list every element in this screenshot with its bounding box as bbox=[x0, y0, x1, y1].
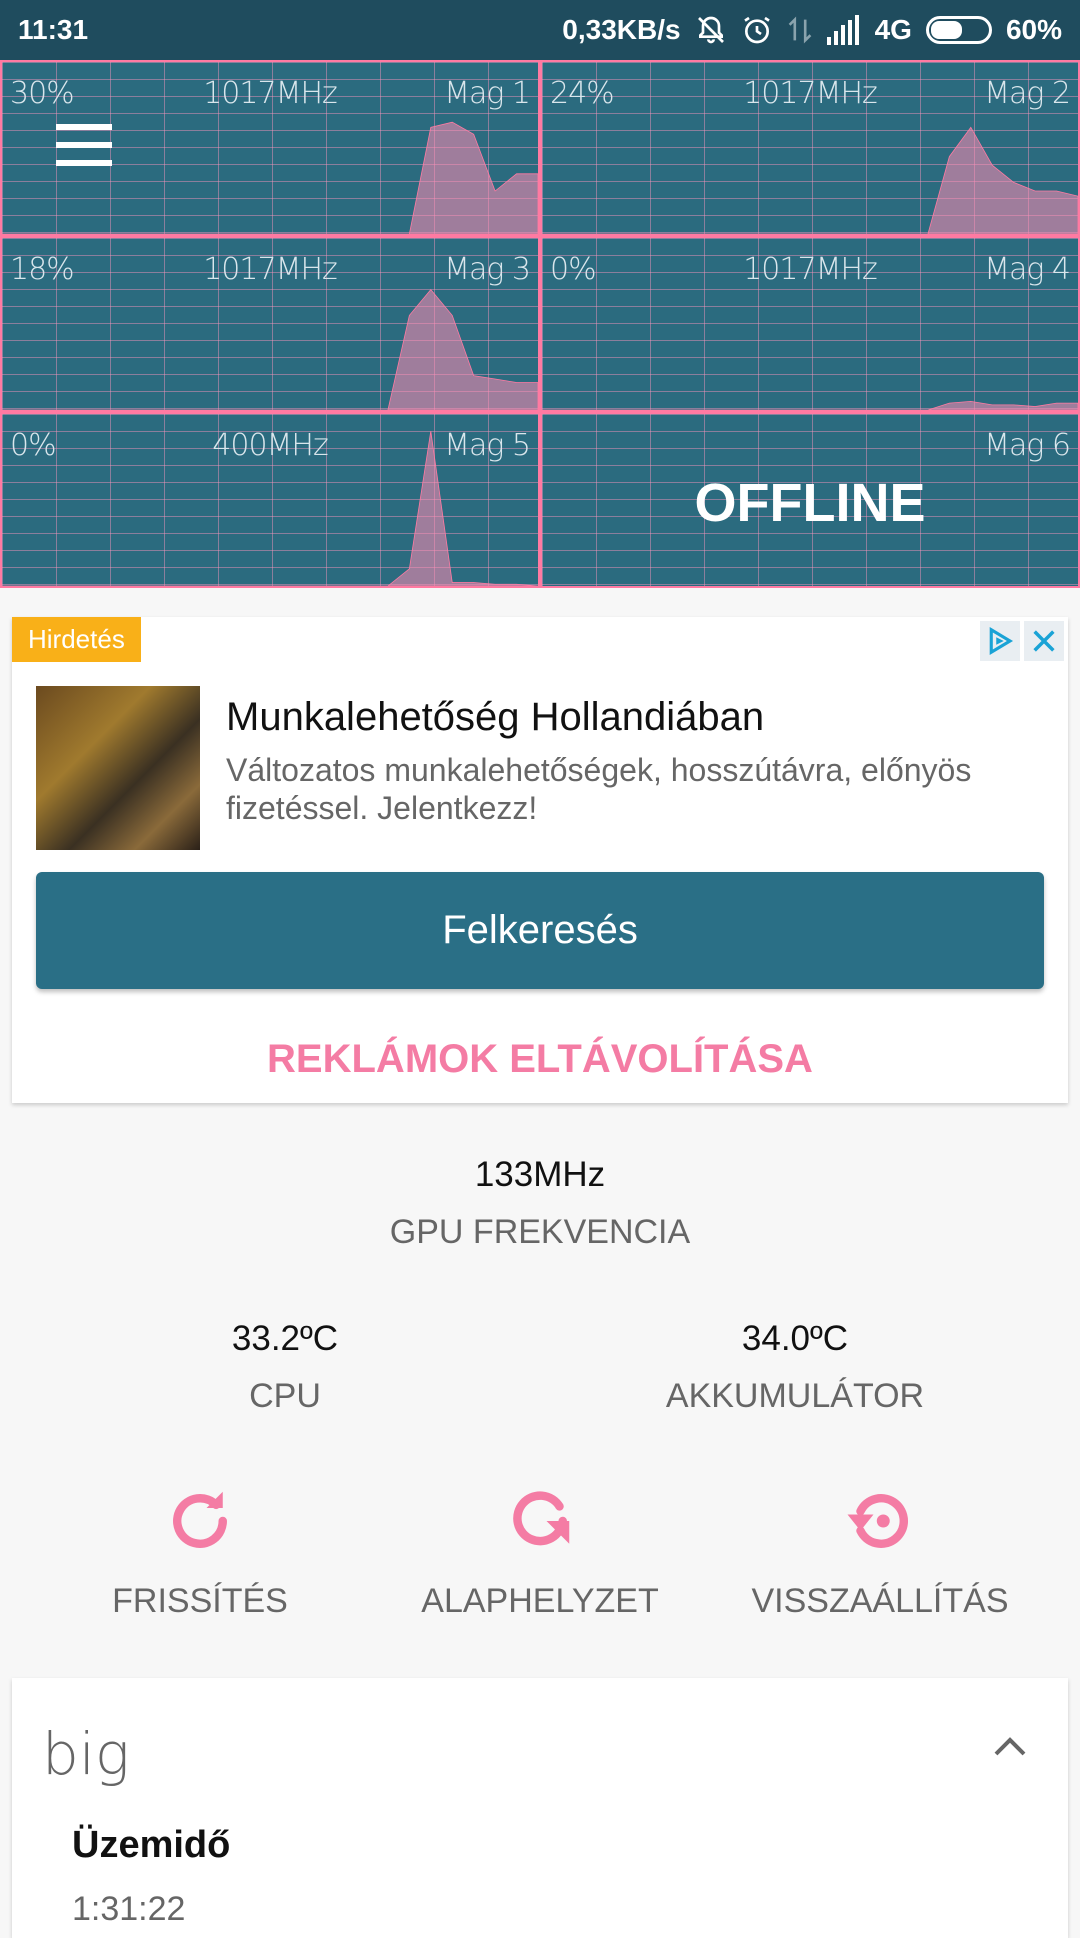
ad-close-icon[interactable] bbox=[1024, 621, 1064, 661]
core-name: Mag 6 bbox=[984, 428, 1071, 463]
ad-title[interactable]: Munkalehetőség Hollandiában bbox=[226, 695, 764, 740]
network-speed: 0,33KB/s bbox=[562, 14, 681, 45]
reset-icon bbox=[375, 1482, 705, 1560]
reset-label: ALAPHELYZET bbox=[421, 1582, 659, 1620]
core-panel: 0% 1017MHz Mag 4 bbox=[540, 236, 1080, 412]
restore-button[interactable]: VISSZAÁLLÍTÁS bbox=[715, 1482, 1045, 1621]
battery-temperature: 34.0ºC AKKUMULÁTOR bbox=[595, 1319, 995, 1416]
ad-info-icon[interactable] bbox=[980, 621, 1020, 661]
alarm-icon bbox=[741, 14, 773, 46]
core-load-area bbox=[542, 127, 1078, 234]
gpu-frequency: 133MHz GPU FREKVENCIA bbox=[340, 1155, 740, 1252]
cluster-card: big Üzemidő 1:31:22 bbox=[12, 1678, 1068, 1938]
ad-card: Hirdetés Munkalehetőség Hollandiában Vál… bbox=[12, 617, 1068, 1103]
ad-description[interactable]: Változatos munkalehetőségek, hosszútávra… bbox=[226, 751, 1026, 827]
remove-ads-button[interactable]: REKLÁMOK ELTÁVOLÍTÁSA bbox=[12, 1037, 1068, 1082]
battery-temperature-value: 34.0ºC bbox=[741, 1319, 849, 1358]
refresh-icon bbox=[35, 1482, 365, 1560]
data-transfer-icon bbox=[787, 14, 813, 46]
gpu-frequency-label: GPU FREKVENCIA bbox=[389, 1213, 691, 1251]
ad-choices[interactable] bbox=[980, 621, 1064, 661]
status-icons: 0,33KB/s 4G 60% bbox=[562, 14, 1062, 46]
core-load-graph bbox=[2, 414, 538, 586]
battery-temperature-label: AKKUMULÁTOR bbox=[665, 1377, 925, 1415]
status-bar: 11:31 0,33KB/s 4G 60% bbox=[0, 0, 1080, 60]
restore-icon bbox=[715, 1482, 1045, 1560]
reset-button[interactable]: ALAPHELYZET bbox=[375, 1482, 705, 1621]
restore-label: VISSZAÁLLÍTÁS bbox=[751, 1582, 1009, 1620]
core-load-graph bbox=[542, 62, 1078, 234]
uptime-value: 1:31:22 bbox=[72, 1890, 186, 1928]
network-type: 4G bbox=[874, 14, 912, 45]
core-offline-label: OFFLINE bbox=[694, 473, 926, 533]
signal-icon bbox=[826, 15, 861, 45]
ad-cta-button[interactable]: Felkeresés bbox=[36, 872, 1044, 989]
refresh-label: FRISSÍTÉS bbox=[112, 1582, 288, 1620]
ad-label: Hirdetés bbox=[12, 617, 141, 662]
uptime-label: Üzemidő bbox=[72, 1824, 231, 1866]
hamburger-menu-icon[interactable] bbox=[56, 124, 112, 166]
cpu-temperature: 33.2ºC CPU bbox=[85, 1319, 485, 1416]
cluster-title: big bbox=[42, 1720, 130, 1788]
core-panel: 18% 1017MHz Mag 3 bbox=[0, 236, 540, 412]
core-monitor-grid: 30% 1017MHz Mag 1 24% 1017MHz Mag 2 18% 1017MHz… bbox=[0, 60, 1080, 588]
notifications-off-icon bbox=[695, 14, 727, 46]
battery-percent: 60% bbox=[1005, 14, 1062, 45]
core-load-area bbox=[542, 401, 1078, 410]
core-load-graph bbox=[542, 238, 1078, 410]
core-load-area bbox=[2, 431, 538, 586]
chevron-up-icon[interactable] bbox=[992, 1734, 1028, 1763]
core-panel: 24% 1017MHz Mag 2 bbox=[540, 60, 1080, 236]
cpu-temperature-label: CPU bbox=[249, 1377, 321, 1415]
core-load-area bbox=[2, 290, 538, 410]
clock: 11:31 bbox=[18, 14, 89, 45]
gpu-frequency-value: 133MHz bbox=[474, 1155, 606, 1194]
battery-icon bbox=[925, 16, 992, 44]
refresh-button[interactable]: FRISSÍTÉS bbox=[35, 1482, 365, 1621]
cpu-temperature-value: 33.2ºC bbox=[231, 1319, 339, 1358]
core-panel: Mag 6 OFFLINE bbox=[540, 412, 1080, 588]
core-panel: 0% 400MHz Mag 5 bbox=[0, 412, 540, 588]
ad-image[interactable] bbox=[36, 686, 200, 850]
core-load-graph bbox=[2, 238, 538, 410]
